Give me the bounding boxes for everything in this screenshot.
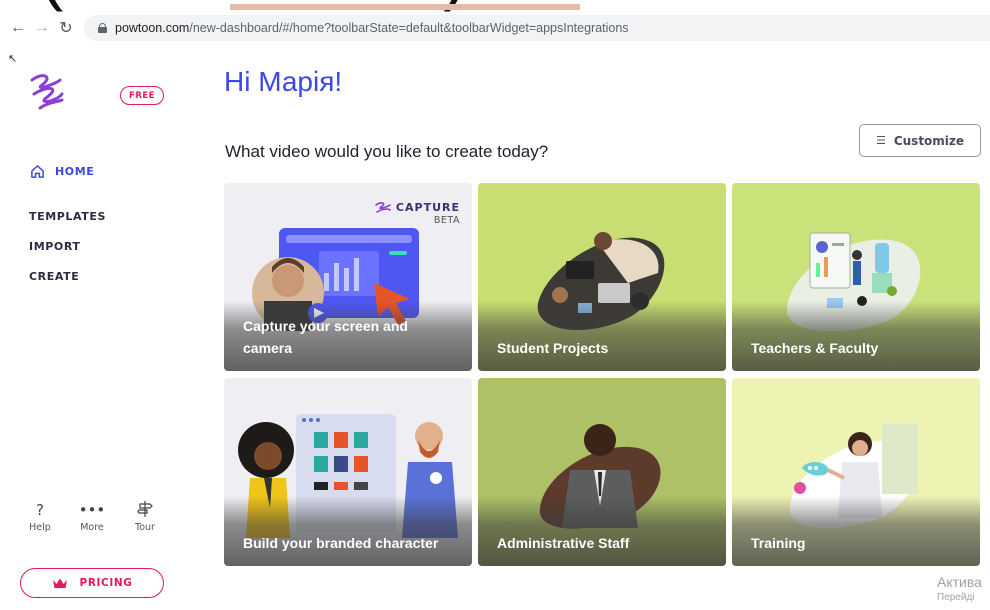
url-path: /new-dashboard/#/home?toolbarState=defau…	[189, 21, 629, 35]
help-button[interactable]: ? Help	[20, 500, 60, 533]
sidebar-item-templates[interactable]: TEMPLATES	[29, 210, 106, 223]
watermark-line2: Перейді	[937, 592, 975, 603]
collapse-arrow-icon[interactable]: ↖	[8, 52, 17, 65]
page-title: Hi Марія!	[224, 66, 343, 97]
overlay-underline	[230, 4, 580, 10]
card-title: Build your branded character	[243, 535, 439, 551]
sidebar-item-import[interactable]: IMPORT	[29, 240, 81, 253]
customize-label: Customize	[893, 133, 965, 148]
more-label: More	[80, 522, 104, 533]
lock-icon	[98, 23, 107, 33]
card-title: Administrative Staff	[497, 535, 630, 551]
card-student-projects[interactable]: Student Projects	[478, 183, 726, 371]
address-bar[interactable]: powtoon.com/new-dashboard/#/home?toolbar…	[84, 15, 990, 41]
sliders-icon: ☰	[875, 134, 886, 147]
more-button[interactable]: ••• More	[72, 500, 112, 533]
sidebar-item-label: HOME	[55, 165, 95, 178]
tour-button[interactable]: Tour	[125, 500, 165, 533]
pricing-label: PRICING	[79, 577, 133, 589]
card-teachers-faculty[interactable]: Teachers & Faculty	[732, 183, 980, 371]
back-arrow-icon[interactable]: ←	[6, 19, 30, 37]
help-icon: ?	[36, 501, 44, 519]
crown-icon	[52, 578, 67, 588]
card-title: Capture your screen and camera	[243, 318, 408, 356]
card-title: Student Projects	[497, 340, 609, 356]
sidebar: ↖ FREE HOME TEMPLATES IMPORT CREATE ? He…	[0, 44, 188, 610]
powtoon-logo-icon[interactable]	[28, 72, 66, 112]
forward-arrow-icon[interactable]: →	[30, 19, 54, 37]
capture-beta-badge: CAPTURE BETA	[375, 201, 460, 226]
card-title: Training	[751, 535, 806, 551]
sidebar-item-create[interactable]: CREATE	[29, 270, 79, 283]
pricing-button[interactable]: PRICING	[20, 568, 164, 598]
url-host: powtoon.com	[115, 21, 190, 35]
card-training[interactable]: Training	[732, 378, 980, 566]
card-administrative-staff[interactable]: Administrative Staff	[478, 378, 726, 566]
card-title: Teachers & Faculty	[751, 340, 879, 356]
card-capture-screen[interactable]: CAPTURE BETA Capture your screen and cam…	[224, 183, 472, 371]
section-heading: What video would you like to create toda…	[225, 142, 549, 161]
sidebar-item-home[interactable]: HOME	[30, 164, 94, 179]
reload-icon[interactable]: ↻	[54, 18, 78, 38]
card-branded-character[interactable]: Build your branded character	[224, 378, 472, 566]
browser-toolbar: ← → ↻ powtoon.com/new-dashboard/#/home?t…	[0, 12, 990, 44]
signpost-icon	[125, 500, 165, 520]
customize-button[interactable]: ☰ Customize	[859, 124, 981, 157]
capture-logo-icon	[375, 201, 391, 213]
capture-badge-name: CAPTURE	[395, 201, 460, 214]
watermark-line1: Актива	[937, 574, 982, 590]
capture-badge-tag: BETA	[433, 215, 460, 226]
more-icon: •••	[78, 501, 106, 519]
tour-label: Tour	[135, 522, 155, 533]
home-icon	[31, 165, 44, 178]
activation-watermark: Актива Перейді	[937, 574, 982, 603]
free-plan-badge[interactable]: FREE	[120, 86, 164, 105]
help-label: Help	[29, 522, 51, 533]
